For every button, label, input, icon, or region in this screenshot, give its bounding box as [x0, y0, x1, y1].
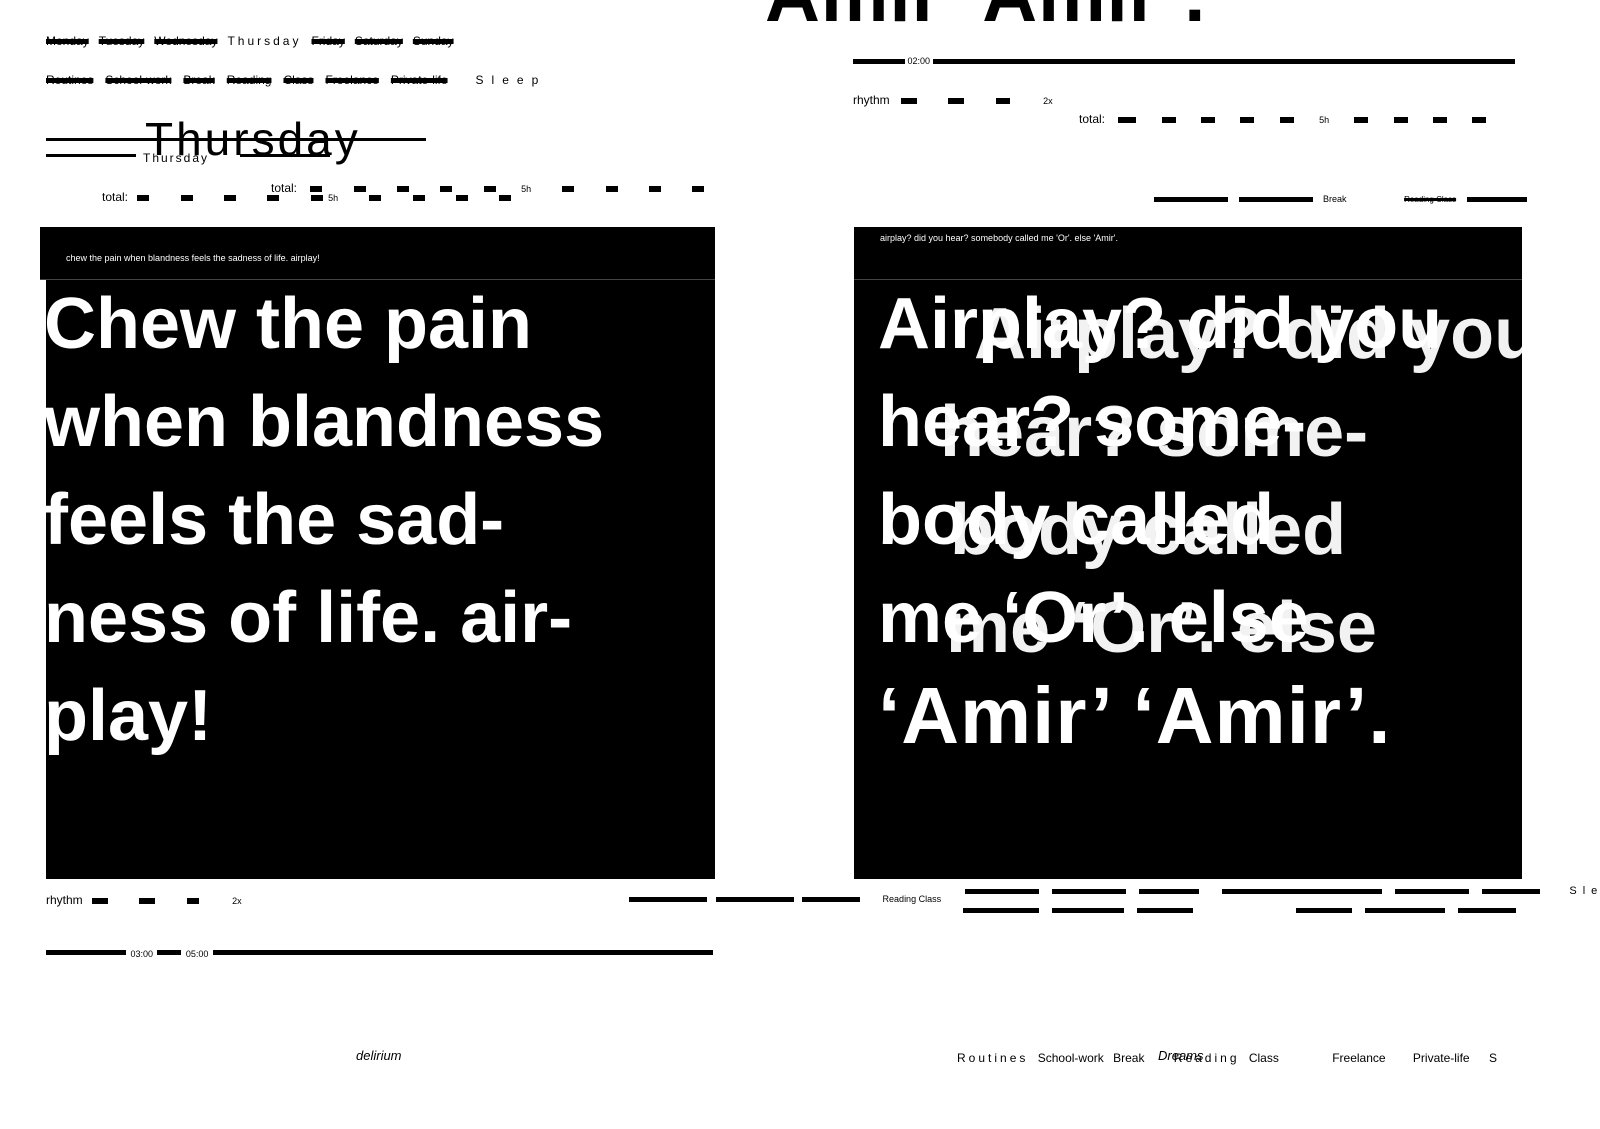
right-panel-ghost: Airplay? did you hear? some- body called…: [940, 285, 1539, 677]
days-row: Monday Tuesday Wednesday Thursday Friday…: [46, 34, 454, 48]
day-thu: Thursday: [227, 34, 302, 48]
categories-row: Routines School-work Break Reading Class…: [46, 73, 546, 87]
rhythm-row-bottom: rhythm 2x: [46, 893, 242, 907]
thursday-strike-3: [240, 154, 330, 157]
day-tue: Tuesday: [98, 34, 145, 48]
right-categories-row: Break Reading Class: [1154, 194, 1527, 204]
total-row-2: total: 5h: [102, 190, 512, 204]
time-0300: 03:00: [130, 949, 153, 959]
total-marker-2: 5h: [328, 193, 339, 203]
bottom-categories-row-3: [963, 904, 1517, 916]
footer-cat-s: S: [1488, 1051, 1497, 1065]
time-0200: 02:00: [907, 56, 931, 66]
total-marker: 5h: [521, 184, 532, 194]
footer-cat-private: Private-life: [1412, 1051, 1470, 1065]
footer-cat-schoolwork: School-work: [1037, 1051, 1104, 1065]
cat-sleep: Sleep: [475, 73, 547, 87]
day-fri: Friday: [311, 34, 345, 48]
rhythm-row-top: rhythm 2x: [853, 93, 1053, 107]
bottom-rhythm-label: rhythm: [46, 893, 83, 907]
bottom-categories-row-2: Sleep: [965, 885, 1600, 897]
left-panel-text: Chew the pain when blandness feels the s…: [44, 275, 604, 765]
rhythm-marker: 2x: [1043, 96, 1053, 106]
thursday-small: Thursday: [143, 151, 210, 165]
thursday-strike-2: [46, 154, 136, 157]
left-line-5: play!: [44, 676, 213, 756]
footer-cat-routines: Routines: [957, 1051, 1029, 1065]
timeline-top: 02:00: [853, 56, 1515, 66]
cat-reading: Reading: [226, 73, 272, 87]
total-row-right: total: 5h: [1079, 112, 1487, 126]
total-marker-right: 5h: [1319, 115, 1330, 125]
footer-cat-break: Break: [1113, 1051, 1145, 1065]
bottom-rhythm-marker: 2x: [232, 896, 242, 906]
cat-schoolwork: School-work: [105, 73, 172, 87]
bottom-reading: Reading Class: [882, 894, 942, 904]
right-reading: Reading Class: [1404, 195, 1457, 204]
rhythm-label: rhythm: [853, 93, 890, 107]
bottom-categories-row: Reading Class: [629, 894, 941, 904]
total-label-2: total:: [102, 190, 129, 204]
day-sat: Saturday: [354, 34, 403, 48]
left-line-3: feels the sad-: [44, 480, 505, 560]
time-0500: 05:00: [185, 949, 209, 959]
day-sun: Sunday: [412, 34, 454, 48]
ghost-line-2: hear? some-: [940, 392, 1369, 472]
left-line-2: when blandness: [44, 382, 605, 462]
timeline-bottom: 03:00 05:00: [46, 944, 713, 962]
bottom-sleep: Sleep: [1569, 885, 1600, 897]
right-panel-caption: airplay? did you hear? somebody called m…: [880, 233, 1118, 243]
cat-class: Class: [283, 73, 314, 87]
cat-routines: Routines: [46, 73, 94, 87]
footer-cat-reading: Reading: [1173, 1051, 1240, 1065]
day-wed: Wednesday: [154, 34, 218, 48]
right-break: Break: [1323, 194, 1347, 204]
ghost-line-4: me ‘Or’. else: [946, 588, 1377, 668]
ghost-line-1: Airplay? did you: [974, 294, 1539, 374]
footer-categories: Routines School-work Break Reading Class…: [957, 1051, 1497, 1065]
total-label-right: total:: [1079, 112, 1106, 126]
footer-cat-class: Class: [1248, 1051, 1279, 1065]
left-line-4: ness of life. air-: [44, 578, 573, 658]
cat-break: Break: [183, 73, 215, 87]
right-line-5: ‘Amir’ ‘Amir’.: [878, 671, 1392, 760]
footer-delirium: delirium: [356, 1048, 402, 1063]
top-headline: Amir’ Amir’.: [765, 0, 1206, 39]
thursday-strike-1: [46, 138, 426, 141]
cat-private: Private-life: [390, 73, 448, 87]
left-line-1: Chew the pain: [44, 284, 533, 364]
ghost-line-3: body called: [950, 490, 1347, 570]
left-panel-caption: chew the pain when blandness feels the s…: [66, 253, 320, 263]
day-mon: Monday: [46, 34, 89, 48]
cat-freelance: Freelance: [325, 73, 379, 87]
footer-cat-freelance: Freelance: [1332, 1051, 1386, 1065]
